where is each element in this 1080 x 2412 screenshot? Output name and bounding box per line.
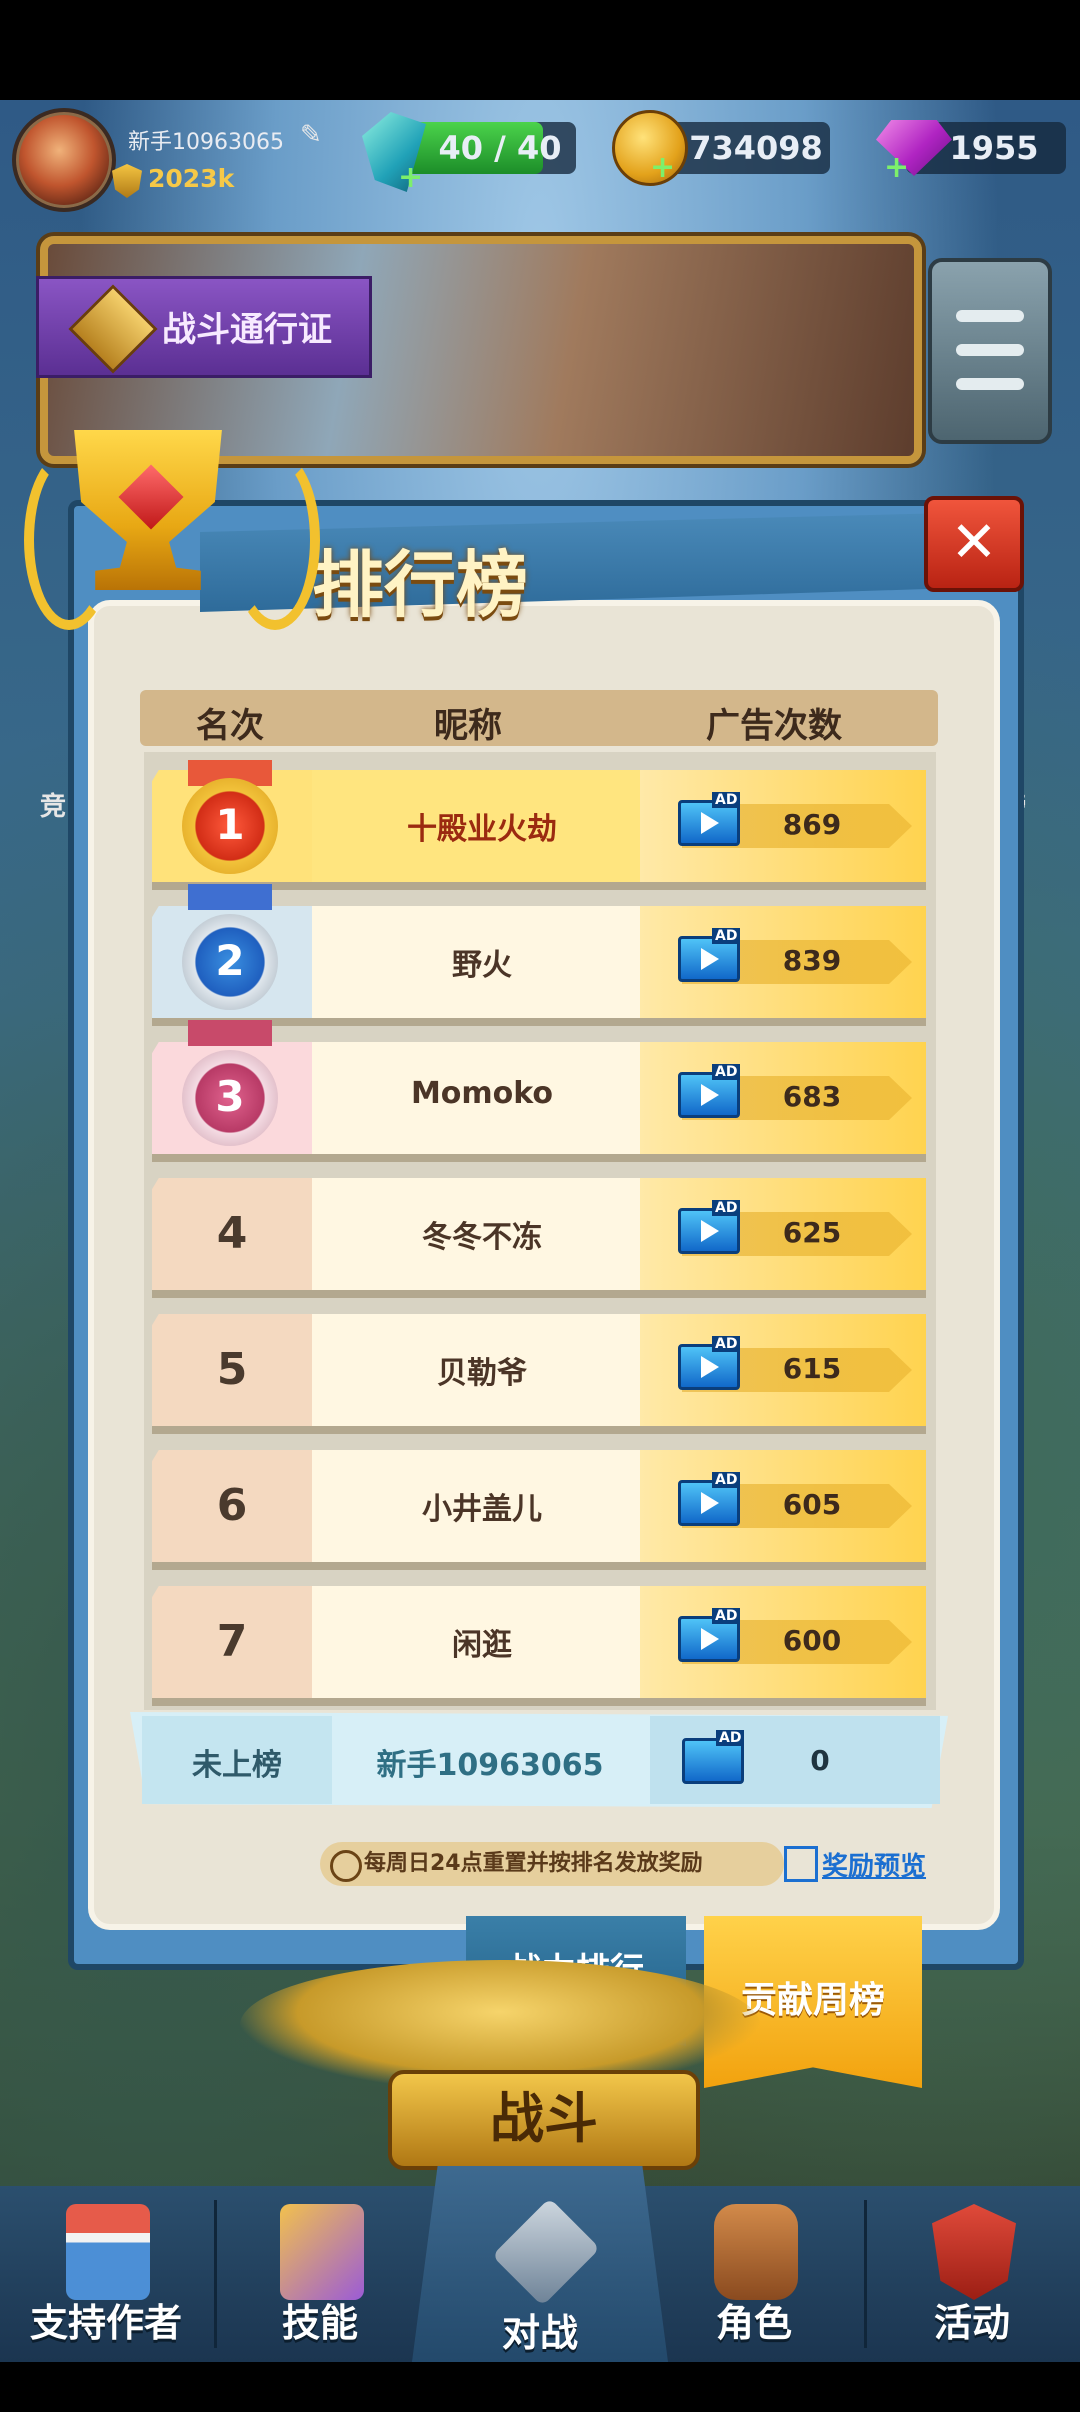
- add-energy-icon[interactable]: +: [398, 163, 423, 193]
- rank-number: 4: [216, 1208, 248, 1259]
- rank-row-2[interactable]: 2 野火 AD 839: [152, 884, 926, 1026]
- gold-medal-icon: 1: [182, 778, 278, 874]
- skill-book-icon: [280, 2204, 364, 2300]
- nav-label: 支持作者: [29, 2301, 182, 2345]
- nav-character[interactable]: 角色: [648, 2186, 860, 2362]
- ad-badge: AD: [712, 1608, 741, 1624]
- ad-count: 869: [782, 808, 842, 841]
- rank-number: 6: [216, 1480, 248, 1531]
- self-nickname: 新手10963065: [376, 1748, 604, 1783]
- gift-icon: [784, 1846, 818, 1882]
- medal-ribbon: [188, 884, 272, 910]
- player-avatar[interactable]: [12, 108, 116, 212]
- player-power: 2023k: [148, 164, 235, 193]
- ad-count: 839: [782, 944, 842, 977]
- rank-number: 2: [215, 936, 245, 985]
- ad-badge: AD: [712, 1472, 741, 1488]
- self-rank-row[interactable]: 未上榜 新手10963065 AD 0: [130, 1712, 948, 1808]
- rank-number: 7: [216, 1616, 248, 1667]
- gem-value: 1955: [949, 129, 1039, 167]
- player-nickname: 小井盖儿: [422, 1492, 542, 1527]
- left-side-label: 竞: [40, 792, 67, 822]
- player-nickname: Momoko: [410, 1076, 554, 1111]
- player-name: 新手10963065: [128, 130, 284, 155]
- rank-row-7[interactable]: 7 闲逛 AD 600: [152, 1586, 926, 1706]
- nav-label: 技能: [281, 2301, 358, 2345]
- player-nickname: 冬冬不冻: [422, 1220, 542, 1255]
- row-shadow: [152, 1426, 926, 1434]
- battle-button[interactable]: 战斗: [388, 2070, 700, 2170]
- row-shadow: [152, 1562, 926, 1570]
- rank-row-5[interactable]: 5 贝勒爷 AD 615: [152, 1314, 926, 1434]
- nav-support-author[interactable]: 支持作者: [0, 2186, 212, 2362]
- nav-label: 活动: [933, 2301, 1010, 2345]
- leaderboard-title: 排行榜: [312, 543, 529, 627]
- rank-row-3[interactable]: 3 Momoko AD 683: [152, 1020, 926, 1162]
- row-shadow: [152, 1290, 926, 1298]
- add-coins-icon[interactable]: +: [650, 153, 675, 183]
- rank-row-4[interactable]: 4 冬冬不冻 AD 625: [152, 1178, 926, 1298]
- nav-battle[interactable]: 对战: [434, 2186, 646, 2362]
- ad-count: 600: [782, 1624, 842, 1657]
- crossed-swords-shield-icon: [491, 2197, 601, 2307]
- player-nickname: 野火: [452, 948, 512, 983]
- bronze-medal-icon: 3: [182, 1050, 278, 1146]
- nav-label: 对战: [501, 2311, 578, 2355]
- battle-pass-label: 战斗通行证: [162, 310, 332, 350]
- energy-value: 40 / 40: [438, 129, 562, 167]
- header-nickname: 昵称: [434, 706, 502, 746]
- silver-medal-icon: 2: [182, 914, 278, 1010]
- menu-button[interactable]: [928, 258, 1052, 444]
- clock-icon: [330, 1850, 362, 1882]
- rank-row-1[interactable]: 1 十殿业火劫 AD 869: [152, 760, 926, 890]
- ad-count: 615: [782, 1352, 842, 1385]
- ad-count: 683: [782, 1080, 842, 1113]
- ad-badge: AD: [712, 792, 741, 808]
- menu-line: [956, 310, 1024, 322]
- medal-ribbon: [188, 1020, 272, 1046]
- reward-preview-link[interactable]: 奖励预览: [822, 1846, 926, 1883]
- nav-skills[interactable]: 技能: [214, 2186, 426, 2362]
- column-headers: 名次 昵称 广告次数: [140, 690, 938, 746]
- rank-number: 1: [215, 800, 245, 849]
- rank-row-6[interactable]: 6 小井盖儿 AD 605: [152, 1450, 926, 1570]
- row-shadow: [152, 1698, 926, 1706]
- ad-count: 605: [782, 1488, 842, 1521]
- ad-badge: AD: [712, 1064, 741, 1080]
- medal-badge-icon: [932, 2204, 1016, 2300]
- edit-name-icon[interactable]: ✎: [300, 120, 334, 154]
- rank-number: 5: [216, 1344, 248, 1395]
- ad-badge: AD: [712, 928, 741, 944]
- ad-badge: AD: [712, 1200, 741, 1216]
- nav-events[interactable]: 活动: [866, 2186, 1078, 2362]
- add-gems-icon[interactable]: +: [884, 153, 909, 183]
- nav-label: 角色: [715, 2301, 792, 2345]
- unranked-status: 未上榜: [192, 1748, 282, 1783]
- self-ad-count: 0: [810, 1744, 830, 1777]
- ad-badge: AD: [716, 1730, 745, 1746]
- row-shadow: [152, 1154, 926, 1162]
- rank-number: 3: [215, 1072, 245, 1121]
- laurel-right-icon: [230, 450, 320, 630]
- menu-line: [956, 344, 1024, 356]
- player-nickname: 贝勒爷: [437, 1356, 527, 1391]
- ad-count: 625: [782, 1216, 842, 1249]
- coin-value: 734098: [689, 129, 823, 167]
- ad-badge: AD: [712, 1336, 741, 1352]
- shop-icon: [66, 2204, 150, 2300]
- header-ad-count: 广告次数: [706, 706, 842, 746]
- header-rank: 名次: [196, 706, 264, 746]
- close-button[interactable]: ✕: [924, 496, 1024, 592]
- menu-line: [956, 378, 1024, 390]
- player-nickname: 十殿业火劫: [407, 812, 557, 847]
- player-nickname: 闲逛: [452, 1628, 512, 1663]
- backpack-icon: [714, 2204, 798, 2300]
- reset-note: 每周日24点重置并按排名发放奖励: [320, 1842, 784, 1886]
